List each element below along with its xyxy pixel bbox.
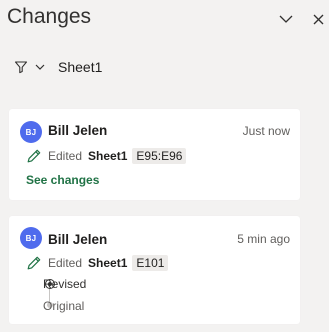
edit-action: Edited — [48, 256, 83, 270]
change-card[interactable]: BJ Bill Jelen Just now Edited Sheet1 E95… — [9, 109, 300, 200]
cell-range: E95:E96 — [132, 148, 187, 164]
filter-row: Sheet1 — [14, 56, 102, 78]
collapse-pane-button[interactable] — [276, 9, 296, 29]
author-name: Bill Jelen — [48, 232, 108, 247]
close-pane-button[interactable] — [308, 9, 328, 29]
timestamp: 5 min ago — [237, 232, 290, 246]
filter-icon — [14, 61, 28, 74]
version-revised[interactable]: Revised — [43, 275, 86, 293]
see-changes-link[interactable]: See changes — [26, 173, 99, 187]
version-original[interactable]: Original — [43, 297, 84, 315]
pencil-icon — [27, 256, 41, 270]
pencil-icon — [27, 149, 41, 163]
filter-label: Sheet1 — [58, 59, 103, 75]
chevron-down-icon — [279, 15, 293, 23]
author-name: Bill Jelen — [48, 123, 108, 138]
close-icon — [313, 14, 323, 24]
timestamp: Just now — [242, 124, 290, 138]
pane-title: Changes — [7, 5, 92, 28]
sheet-name: Sheet1 — [88, 256, 128, 270]
filter-dropdown-button[interactable] — [14, 60, 46, 74]
chevron-down-icon — [35, 64, 45, 70]
avatar: BJ — [20, 121, 42, 143]
cell-range: E101 — [132, 255, 169, 271]
pane-header: Changes — [0, 0, 329, 38]
change-card[interactable]: BJ Bill Jelen 5 min ago Edited Sheet1 E1… — [9, 216, 300, 324]
avatar: BJ — [20, 227, 42, 249]
sheet-name: Sheet1 — [88, 149, 128, 163]
edit-action: Edited — [48, 149, 83, 163]
edit-summary: Edited Sheet1 E101 — [26, 254, 169, 272]
edit-summary: Edited Sheet1 E95:E96 — [26, 147, 187, 165]
